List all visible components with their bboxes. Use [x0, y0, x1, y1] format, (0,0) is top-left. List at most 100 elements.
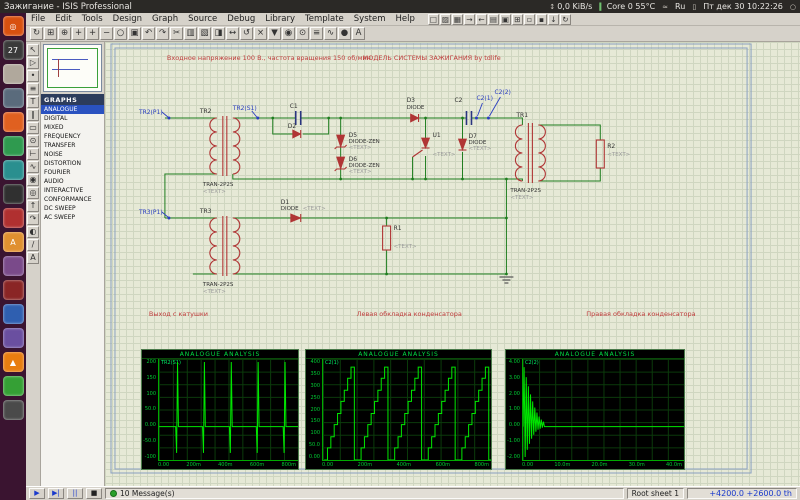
print-design-icon[interactable]: ▤	[488, 14, 499, 25]
keyboard-layout-indicator[interactable]: Ru	[675, 2, 685, 11]
property-assignment-icon[interactable]: A	[352, 27, 365, 40]
block-delete-icon[interactable]: ×	[254, 27, 267, 40]
packaging-tool-icon[interactable]: ⊙	[296, 27, 309, 40]
network-indicator[interactable]: ≈	[662, 3, 668, 11]
wire-label-icon[interactable]: ≡	[27, 83, 39, 95]
graph-type-noise[interactable]: NOISE	[41, 150, 104, 159]
mark-output-area-icon[interactable]: ▣	[500, 14, 511, 25]
ubuntu-dash-icon[interactable]: ◎	[3, 16, 24, 36]
network-speed-indicator[interactable]: ↕ 0,0 KiB/s	[549, 2, 592, 11]
graph-type-ac-sweep[interactable]: AC SWEEP	[41, 213, 104, 222]
simulate-pause-button[interactable]: ||	[67, 488, 83, 499]
wires[interactable]	[165, 118, 600, 274]
graph-type-frequency[interactable]: FREQUENCY	[41, 132, 104, 141]
clock-indicator[interactable]: Пт дек 30 10:22:26	[703, 2, 783, 11]
zoom-out-icon[interactable]: −	[100, 27, 113, 40]
zener-diode-d6[interactable]: D6 DIODE-ZEN <TEXT>	[335, 156, 380, 175]
new-sheet-icon[interactable]: ▫	[524, 14, 535, 25]
simulate-stop-button[interactable]: ■	[86, 488, 102, 499]
copy-icon[interactable]: ▥	[184, 27, 197, 40]
menu-help[interactable]: Help	[390, 14, 419, 24]
graph-type-mixed[interactable]: MIXED	[41, 123, 104, 132]
import-section-icon[interactable]: →	[464, 14, 475, 25]
gimp-icon[interactable]	[3, 256, 24, 276]
vlc-icon[interactable]: ▲	[3, 352, 24, 372]
menu-edit[interactable]: Edit	[50, 14, 76, 24]
transformer-tr1[interactable]: TR1 TRAN-2P2S <TEXT>	[509, 112, 545, 201]
save-design-icon[interactable]: ▦	[452, 14, 463, 25]
wire-autorouter-icon[interactable]: ∿	[324, 27, 337, 40]
menu-file[interactable]: File	[26, 14, 50, 24]
make-device-icon[interactable]: ◉	[282, 27, 295, 40]
voltage-probe-tr2s1[interactable]: TR2(S1)	[232, 105, 259, 120]
export-section-icon[interactable]: ←	[476, 14, 487, 25]
resistor-r2[interactable]: R2 <TEXT>	[596, 140, 630, 168]
transformer-tr2[interactable]: TR2 TRAN-2P2S <TEXT>	[199, 108, 240, 195]
device-pins-icon[interactable]: ⊢	[27, 148, 39, 160]
cursor-snap-icon[interactable]: +	[72, 27, 85, 40]
graph-type-transfer[interactable]: TRANSFER	[41, 141, 104, 150]
package-manager-icon[interactable]	[3, 280, 24, 300]
menu-source[interactable]: Source	[183, 14, 222, 24]
block-copy-icon[interactable]: ◨	[212, 27, 225, 40]
toggle-grid-icon[interactable]: ⊞	[44, 27, 57, 40]
graph-type-audio[interactable]: AUDIO	[41, 177, 104, 186]
screenshot-tool-icon[interactable]	[3, 400, 24, 420]
decompose-icon[interactable]: ≡	[310, 27, 323, 40]
terminal-icon[interactable]	[3, 184, 24, 204]
open-design-icon[interactable]: ▨	[440, 14, 451, 25]
libreoffice-writer-icon[interactable]	[3, 304, 24, 324]
menu-library[interactable]: Library	[260, 14, 300, 24]
menu-design[interactable]: Design	[108, 14, 147, 24]
search-tag-icon[interactable]: ●	[338, 27, 351, 40]
simulate-play-button[interactable]: ▶	[29, 488, 45, 499]
menu-system[interactable]: System	[349, 14, 391, 24]
cut-icon[interactable]: ✂	[170, 27, 183, 40]
zoom-in-icon[interactable]: +	[86, 27, 99, 40]
terminals-mode-icon[interactable]: ⊙	[27, 135, 39, 147]
image-viewer-icon[interactable]: A	[3, 232, 24, 252]
design-explorer-icon[interactable]: ⊞	[512, 14, 523, 25]
graph-panel-left-plate[interactable]: ANALOGUE ANALYSIS 4003503002502001501005…	[305, 349, 492, 470]
new-design-icon[interactable]: □	[428, 14, 439, 25]
battery-indicator[interactable]: ▯	[692, 3, 696, 11]
component-mode-icon[interactable]: ▷	[27, 57, 39, 69]
media-player-icon[interactable]	[3, 208, 24, 228]
tape-recorder-icon[interactable]: ◉	[27, 174, 39, 186]
diode-d7[interactable]: D7 DIODE <TEXT>	[458, 133, 491, 152]
overview-window[interactable]	[43, 44, 102, 92]
menu-template[interactable]: Template	[300, 14, 349, 24]
firefox-icon[interactable]	[3, 112, 24, 132]
archive-manager-icon[interactable]	[3, 328, 24, 348]
graph-type-dc-sweep[interactable]: DC SWEEP	[41, 204, 104, 213]
capacitor-c1[interactable]: C1	[290, 103, 301, 125]
buses-mode-icon[interactable]: ∥	[27, 109, 39, 121]
undo-icon[interactable]: ↶	[142, 27, 155, 40]
system-settings-icon[interactable]	[3, 88, 24, 108]
sheet-indicator[interactable]: Root sheet 1	[627, 488, 684, 499]
diode-d2[interactable]: D2	[288, 123, 301, 138]
graph-type-digital[interactable]: DIGITAL	[41, 114, 104, 123]
menu-debug[interactable]: Debug	[222, 14, 260, 24]
calendar-icon[interactable]: 27	[3, 40, 24, 60]
diode-d1[interactable]: D1 DIODE <TEXT>	[281, 199, 326, 222]
redraw-display-icon[interactable]: ↻	[30, 27, 43, 40]
2d-line-icon[interactable]: /	[27, 239, 39, 251]
resistor-r1[interactable]: R1 <TEXT>	[383, 225, 417, 250]
transformer-tr3[interactable]: TR3 TRAN-2P2S <TEXT>	[199, 208, 240, 295]
text-script-icon[interactable]: T	[27, 96, 39, 108]
menu-graph[interactable]: Graph	[147, 14, 183, 24]
graph-panel-right-plate[interactable]: ANALOGUE ANALYSIS 4.003.002.001.000.00-1…	[505, 349, 685, 470]
graph-type-distortion[interactable]: DISTORTION	[41, 159, 104, 168]
graph-type-analogue[interactable]: ANALOGUE	[41, 105, 104, 114]
graph-mode-icon[interactable]: ∿	[27, 161, 39, 173]
voltage-probe-c2-2[interactable]: C2(2)	[487, 89, 511, 120]
paste-icon[interactable]: ▧	[198, 27, 211, 40]
graph-panel-coil-output[interactable]: ANALOGUE ANALYSIS 20015010050.00.00-50.0…	[141, 349, 299, 470]
voltage-probe-icon[interactable]: ↑	[27, 200, 39, 212]
goto-sheet-icon[interactable]: ↓	[548, 14, 559, 25]
redraw-icon[interactable]: ↻	[560, 14, 571, 25]
zener-diode-d5[interactable]: D5 DIODE-ZEN <TEXT>	[335, 132, 380, 151]
simulate-step-button[interactable]: ▶|	[48, 488, 64, 499]
generator-mode-icon[interactable]: ◎	[27, 187, 39, 199]
